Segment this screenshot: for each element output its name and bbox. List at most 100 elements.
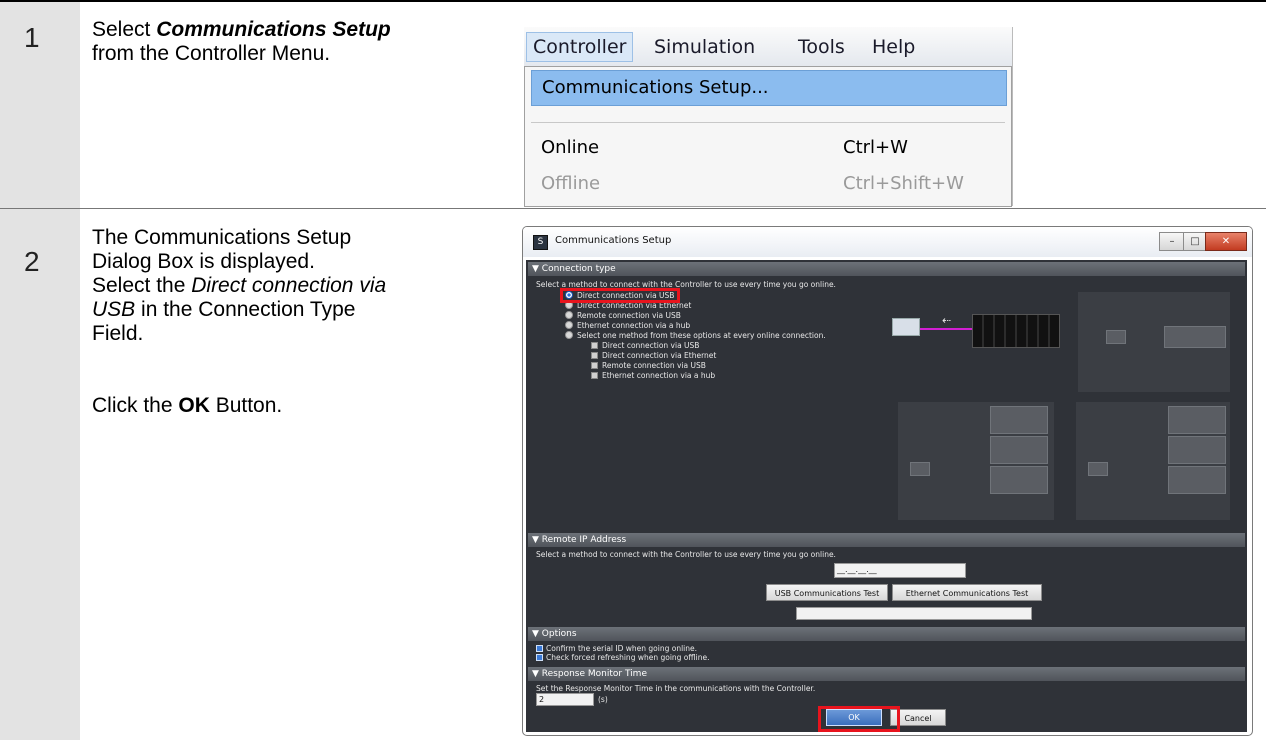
step-1-instruction: Select Communications Setup from the Con…	[92, 18, 512, 66]
test-result-field	[796, 607, 1032, 620]
step-1-number: 1	[24, 22, 40, 53]
connection-type-section: Select a method to connect with the Cont…	[528, 276, 1245, 531]
connection-type-header[interactable]: ▼ Connection type	[528, 262, 1245, 276]
option-name-cont: USB	[92, 298, 136, 321]
top-rule	[0, 0, 1266, 2]
response-time-unit: (s)	[598, 695, 608, 704]
option-name: Direct connection via	[191, 274, 387, 297]
ethernet-communications-test-button[interactable]: Ethernet Communications Test	[892, 584, 1042, 601]
ip-address-input[interactable]: __.__.__.__	[834, 563, 966, 578]
menu-item-label: Communications Setup...	[542, 77, 769, 98]
step-2-line-2: Dialog Box is displayed.	[92, 250, 315, 273]
menu-bar: Controller Simulation Tools Help	[524, 27, 1012, 66]
checkbox-label: Check forced refreshing when going offli…	[546, 653, 710, 662]
dialog-title: Communications Setup	[555, 235, 672, 246]
menu-item-shortcut: Ctrl+W	[843, 137, 908, 158]
step-divider	[0, 208, 1266, 209]
menu-item-offline: Offline Ctrl+Shift+W	[531, 167, 1005, 201]
remote-ip-header[interactable]: ▼ Remote IP Address	[528, 533, 1245, 547]
click-text-end: Button.	[209, 394, 283, 417]
remote-ip-section: Select a method to connect with the Cont…	[528, 547, 1245, 623]
menu-item-communications-setup[interactable]: Communications Setup...	[531, 70, 1007, 106]
ethernet-multi-diagram-panel	[1076, 402, 1230, 520]
section-title: Response Monitor Time	[541, 669, 647, 679]
menu-controller[interactable]: Controller	[526, 32, 634, 62]
usb-multi-diagram-panel	[898, 402, 1054, 520]
radio-label: Ethernet connection via a hub	[577, 321, 691, 330]
step-number-column	[0, 2, 80, 740]
step-2-line-3-text: Select the	[92, 274, 192, 297]
confirm-serial-id-checkbox[interactable]	[536, 645, 543, 652]
sub-check-label: Ethernet connection via a hub	[602, 371, 716, 380]
radio-remote-usb[interactable]	[565, 311, 573, 319]
laptop-icon	[892, 318, 920, 336]
section-title: Connection type	[541, 264, 616, 274]
step-1-line-1: Select Communications Setup	[92, 18, 512, 42]
menu-item-label: Offline	[541, 173, 601, 194]
minimize-icon[interactable]: –	[1159, 232, 1185, 251]
menu-item-label: Online	[541, 137, 600, 158]
options-section: Confirm the serial ID when going online.…	[528, 641, 1245, 665]
laptop-icon	[1106, 330, 1126, 344]
step-1-line-2: from the Controller Menu.	[92, 42, 331, 65]
controller-device-icon	[990, 406, 1048, 434]
app-s-icon: S	[533, 235, 548, 250]
step-2-line-4-text: in the Connection Type	[135, 298, 356, 321]
ok-reference: OK	[178, 394, 210, 417]
response-time-input[interactable]: 2	[536, 693, 594, 706]
click-text: Click the	[92, 394, 179, 417]
radio-select-each-time[interactable]	[565, 331, 573, 339]
radio-label: Remote connection via USB	[577, 311, 681, 320]
step-2-instruction: The Communications Setup Dialog Box is d…	[92, 226, 512, 418]
highlight-direct-usb	[560, 288, 680, 303]
sub-check-label: Direct connection via Ethernet	[602, 351, 717, 360]
forced-refreshing-checkbox[interactable]	[536, 654, 543, 661]
menu-help[interactable]: Help	[866, 35, 921, 59]
controller-device-icon	[1168, 466, 1226, 494]
controller-menu-screenshot: Controller Simulation Tools Help Communi…	[524, 27, 1013, 207]
step-2-line-1: The Communications Setup	[92, 226, 352, 249]
menu-command-name: Communications Setup	[156, 18, 391, 41]
controller-device-icon	[990, 466, 1048, 494]
step-2-number: 2	[24, 246, 40, 277]
dialog-body: ▼ Connection type Select a method to con…	[526, 260, 1247, 732]
response-instruction: Set the Response Monitor Time in the com…	[536, 684, 816, 693]
sub-check-label: Direct connection via USB	[602, 341, 700, 350]
dialog-titlebar: S Communications Setup – □ ✕	[523, 227, 1252, 257]
menu-item-online[interactable]: Online Ctrl+W	[531, 131, 1005, 165]
sub-check-label: Remote connection via USB	[602, 361, 706, 370]
usb-communications-test-button[interactable]: USB Communications Test	[766, 584, 888, 601]
step-2-line-5: Field.	[92, 322, 144, 345]
controller-device-icon	[1168, 406, 1226, 434]
step-2-line-4: USB in the Connection Type	[92, 298, 512, 322]
sub-check-ethernet-hub[interactable]	[591, 372, 598, 379]
section-title: Options	[541, 629, 577, 639]
close-icon[interactable]: ✕	[1205, 232, 1247, 251]
maximize-icon[interactable]: □	[1183, 232, 1207, 251]
menu-separator	[531, 122, 1005, 123]
sub-check-direct-ethernet[interactable]	[591, 352, 598, 359]
laptop-icon	[1088, 462, 1108, 476]
controller-device-icon	[972, 314, 1060, 348]
step-1-line-1-text: Select	[92, 18, 157, 41]
communications-setup-dialog: S Communications Setup – □ ✕ ▼ Connectio…	[522, 226, 1253, 736]
laptop-icon	[910, 462, 930, 476]
sub-check-remote-usb[interactable]	[591, 362, 598, 369]
checkbox-label: Confirm the serial ID when going online.	[546, 644, 697, 653]
controller-device-icon	[1168, 436, 1226, 464]
remote-ip-instruction: Select a method to connect with the Cont…	[536, 550, 836, 559]
options-header[interactable]: ▼ Options	[528, 627, 1245, 641]
response-monitor-header[interactable]: ▼ Response Monitor Time	[528, 667, 1245, 681]
sub-check-direct-usb[interactable]	[591, 342, 598, 349]
usb-link-line	[920, 328, 972, 330]
controller-menu-dropdown: Communications Setup... Online Ctrl+W Of…	[524, 66, 1012, 207]
radio-ethernet-hub[interactable]	[565, 321, 573, 329]
radio-label: Select one method from these options at …	[577, 331, 826, 340]
menu-simulation[interactable]: Simulation	[648, 35, 761, 59]
step-2-click-line: Click the OK Button.	[92, 394, 512, 418]
usb-icon: ⇠	[942, 314, 952, 327]
highlight-ok-button	[818, 706, 900, 732]
hub-diagram-panel	[1078, 292, 1230, 392]
menu-tools[interactable]: Tools	[792, 35, 851, 59]
section-title: Remote IP Address	[541, 535, 627, 545]
